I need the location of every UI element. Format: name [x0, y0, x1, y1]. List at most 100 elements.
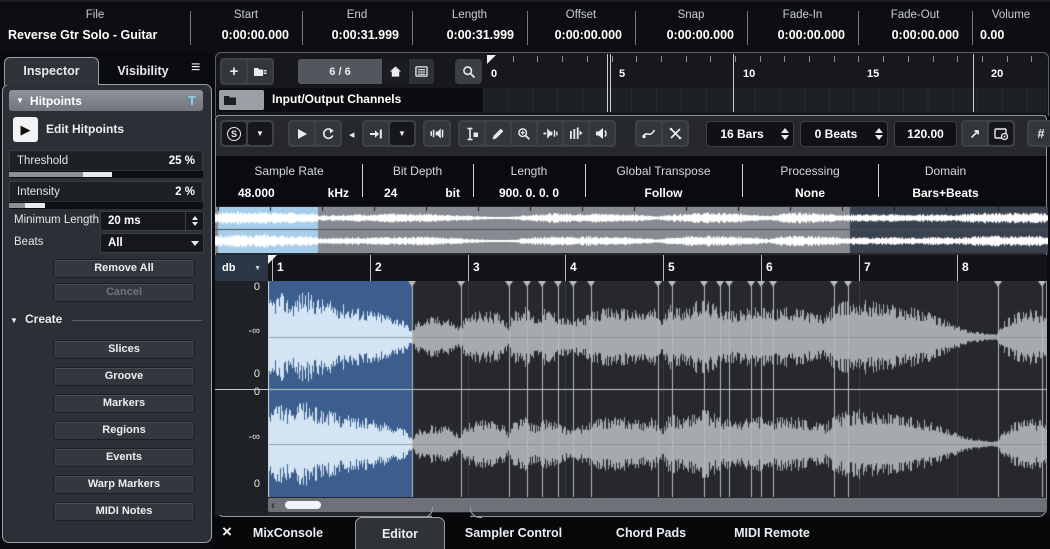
ruler-tick	[1031, 56, 1032, 62]
draw-tool-button[interactable]	[486, 122, 510, 145]
track-row[interactable]: Input/Output Channels	[216, 88, 483, 112]
ruler-tick	[982, 56, 983, 62]
info-column-value[interactable]: 0.00	[980, 28, 1004, 42]
tab-editor[interactable]: Editor	[355, 517, 445, 549]
scrollbar-thumb[interactable]	[285, 501, 321, 509]
free-warp-button[interactable]	[663, 122, 687, 145]
add-track-button[interactable]: +	[222, 60, 246, 83]
threshold-control[interactable]: Threshold 25 %	[9, 150, 203, 170]
close-lower-zone-button[interactable]: ×	[217, 522, 237, 546]
bar-number: 1	[277, 260, 284, 274]
musical-mode-button[interactable]	[637, 122, 661, 145]
create-button-groove[interactable]: Groove	[53, 367, 195, 386]
autoscroll-dropdown[interactable]: ▼	[390, 122, 414, 145]
window-layout-button[interactable]	[989, 122, 1013, 145]
create-button-regions[interactable]: Regions	[53, 421, 195, 440]
create-button-warp-markers[interactable]: Warp Markers	[53, 475, 195, 494]
home-icon	[389, 66, 402, 77]
autoscroll-icon	[370, 129, 382, 138]
intensity-slider-handle[interactable]	[25, 203, 45, 208]
create-collapse-icon[interactable]: ▼	[10, 316, 18, 325]
level-scale-selector[interactable]: db ▼	[215, 255, 268, 281]
hitpoints-title: Hitpoints	[29, 93, 82, 108]
hitpoints-section-header[interactable]: ▼ Hitpoints T	[9, 90, 203, 111]
minimum-length-field[interactable]: 20 ms	[100, 211, 204, 231]
horizontal-scrollbar[interactable]: ‹	[268, 498, 1047, 512]
beats-stepper-icon[interactable]	[871, 122, 887, 146]
info-column-divider	[858, 11, 859, 45]
acoustic-feedback-button[interactable]	[425, 122, 449, 145]
tempo-field[interactable]: 120.00	[894, 121, 957, 147]
beats-field[interactable]: 0 Beats	[800, 121, 888, 147]
import-preset-button[interactable]	[248, 60, 272, 83]
remove-all-button[interactable]: Remove All	[53, 259, 195, 278]
info-column-value[interactable]: 0:00:00.000	[190, 28, 289, 42]
locator-line	[607, 54, 608, 112]
bar-tick	[663, 255, 664, 281]
threshold-slider-handle[interactable]	[83, 172, 112, 177]
intensity-control[interactable]: Intensity 2 %	[9, 181, 203, 201]
audio-info-value[interactable]: 900. 0. 0. 0	[473, 186, 585, 200]
waveform-display[interactable]	[268, 281, 1047, 497]
tab-visibility[interactable]: Visibility	[99, 58, 187, 85]
info-column-value[interactable]: Reverse Gtr Solo - Guitar	[8, 28, 157, 42]
beats-dropdown[interactable]: All	[100, 233, 204, 253]
create-button-slices[interactable]: Slices	[53, 340, 195, 359]
tab-midi-remote[interactable]: MIDI Remote	[715, 518, 829, 549]
bar-ruler[interactable]: 1 2 3 4 5 6 7 8	[268, 255, 1047, 281]
range-tool-button[interactable]	[460, 122, 484, 145]
audition-loop-button[interactable]	[316, 122, 340, 145]
tab-mixconsole[interactable]: MixConsole	[232, 518, 344, 549]
info-column-value[interactable]: 0:00:00.000	[858, 28, 959, 42]
stepper-icon[interactable]	[185, 212, 203, 230]
export-button[interactable]: ↗	[963, 122, 987, 145]
bars-stepper-icon[interactable]	[777, 122, 793, 146]
sidebar-menu-icon[interactable]: ≡	[191, 59, 200, 77]
create-button-markers[interactable]: Markers	[53, 394, 195, 413]
edit-hitpoints-button[interactable]: ▶	[13, 117, 38, 142]
intensity-slider[interactable]	[9, 202, 203, 209]
timewarp-tool-button[interactable]	[564, 122, 588, 145]
solo-button[interactable]: S	[222, 122, 246, 145]
solo-dropdown[interactable]: ▼	[248, 122, 272, 145]
beats-value: 0 Beats	[814, 127, 858, 141]
ruler-tick	[858, 56, 859, 62]
loop-icon	[323, 127, 334, 139]
track-list-button[interactable]	[409, 59, 434, 84]
edit-cursor-flag	[268, 255, 277, 264]
info-column-value[interactable]: 0:00:00.000	[527, 28, 622, 42]
tiny-left-icon[interactable]: ◀	[349, 131, 354, 139]
ruler-number: 15	[867, 68, 880, 80]
create-button-events[interactable]: Events	[53, 448, 195, 467]
audio-info-value[interactable]: Follow	[585, 186, 742, 200]
info-column-value[interactable]: 0:00:00.000	[747, 28, 845, 42]
audition-play-button[interactable]	[290, 122, 314, 145]
project-timeline-ruler[interactable]: 0 5 10 15 20	[483, 54, 1047, 88]
cancel-button[interactable]: Cancel	[53, 283, 195, 302]
scroll-left-icon[interactable]: ‹	[271, 498, 275, 512]
info-column-value[interactable]: 0:00:00.000	[635, 28, 734, 42]
audio-info-value[interactable]: Bars+Beats	[878, 186, 1013, 200]
info-column-value[interactable]: 0:00:31.999	[302, 28, 399, 42]
tab-sampler-control[interactable]: Sampler Control	[450, 518, 577, 549]
autoscroll-button[interactable]	[364, 122, 388, 145]
threshold-slider[interactable]	[9, 171, 203, 178]
grid-toggle-button[interactable]: #	[1029, 122, 1050, 145]
play-tool-button[interactable]	[590, 122, 614, 145]
home-view-button[interactable]	[383, 59, 408, 84]
scrub-tool-button[interactable]	[538, 122, 562, 145]
audio-info-divider	[742, 164, 743, 197]
waveform-overview[interactable]	[215, 207, 1048, 253]
info-column-value[interactable]: 0:00:31.999	[412, 28, 514, 42]
info-column-divider	[527, 11, 528, 45]
search-button[interactable]	[455, 59, 482, 84]
scrub-speaker-icon	[542, 128, 558, 139]
audio-info-value[interactable]: None	[742, 186, 878, 200]
tab-inspector[interactable]: Inspector	[4, 57, 99, 85]
create-button-midi-notes[interactable]: MIDI Notes	[53, 502, 195, 521]
info-column-divider	[412, 11, 413, 45]
zoom-tool-button[interactable]	[512, 122, 536, 145]
folder-track-chip[interactable]	[219, 90, 264, 110]
bars-field[interactable]: 16 Bars	[706, 121, 794, 147]
tab-chord-pads[interactable]: Chord Pads	[592, 518, 710, 549]
